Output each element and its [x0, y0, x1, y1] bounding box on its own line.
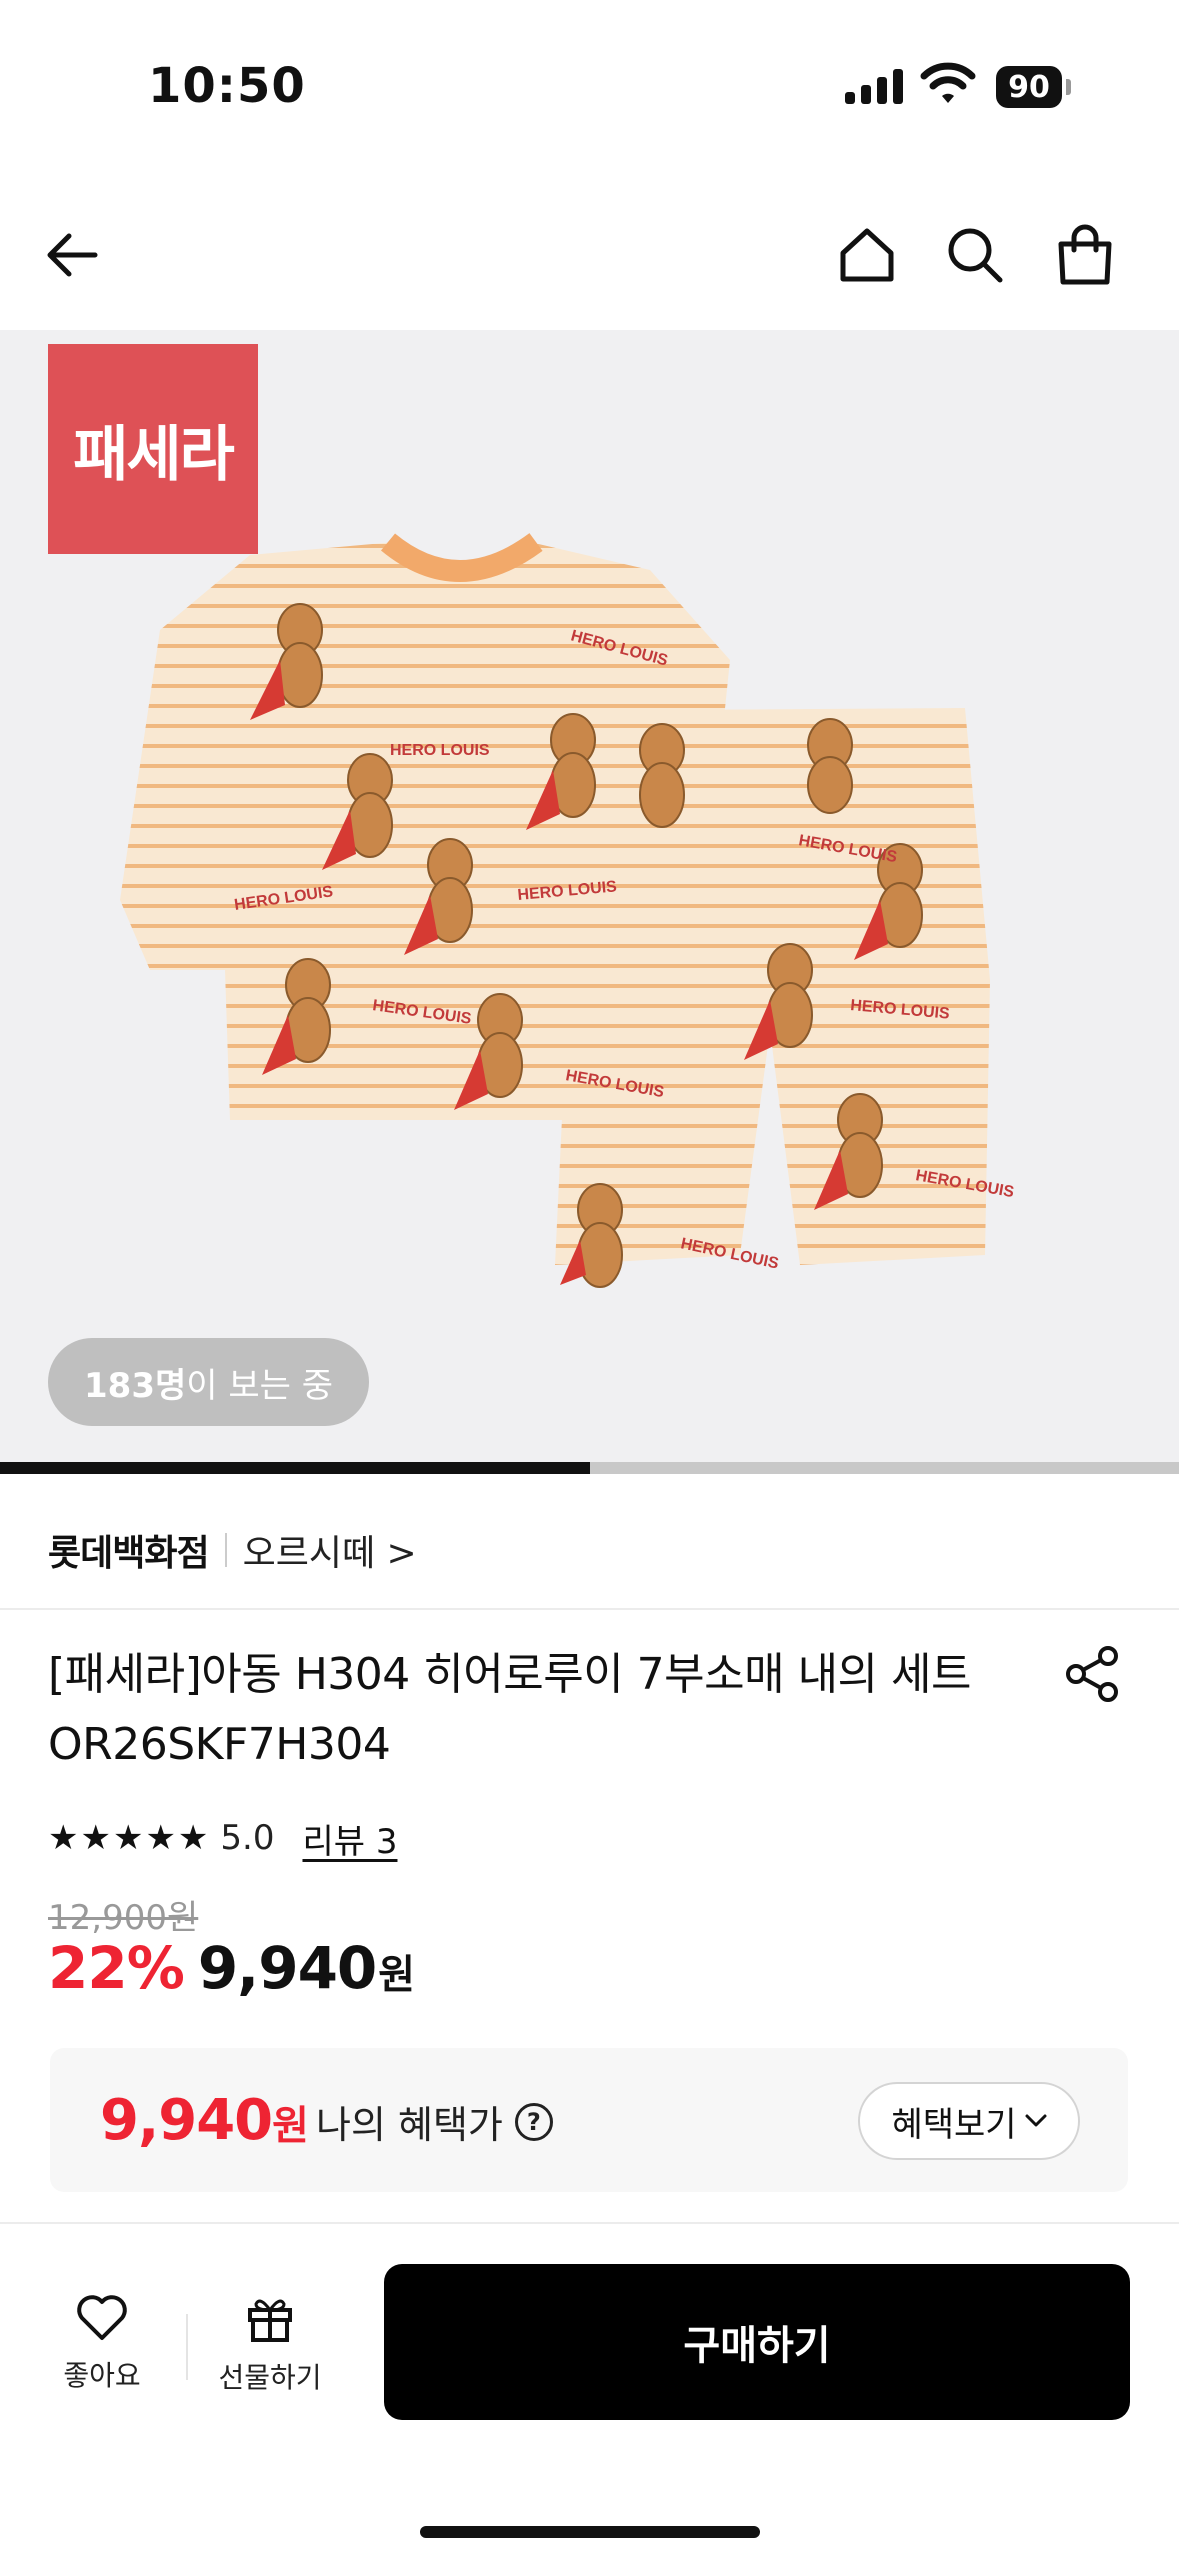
benefit-price-value: 9,940	[100, 2088, 273, 2153]
section-divider	[0, 1608, 1179, 1610]
rating-value: 5.0	[220, 1818, 275, 1858]
brand-logo-text: 패세라	[73, 419, 235, 490]
gift-label: 선물하기	[218, 2361, 322, 2394]
store-row: 롯데백화점 오르시떼 >	[48, 1520, 417, 1580]
like-label: 좋아요	[63, 2359, 141, 2392]
sale-price: 9,940	[197, 1934, 377, 2002]
buy-button[interactable]: 구매하기	[384, 2264, 1130, 2420]
help-icon[interactable]: ?	[514, 2102, 553, 2141]
benefit-label-row: 나의 혜택가 ?	[316, 2094, 553, 2149]
battery-icon: 90	[996, 66, 1071, 108]
benefit-label: 나의 혜택가	[316, 2103, 503, 2147]
brand-link[interactable]: 오르시떼 >	[243, 1524, 417, 1576]
home-indicator	[420, 2526, 760, 2538]
status-time: 10:50	[148, 58, 306, 114]
home-icon[interactable]	[832, 220, 902, 290]
brand-logo: 패세라	[48, 344, 258, 554]
store-name[interactable]: 롯데백화점	[48, 1524, 210, 1576]
benefit-price: 9,940 원	[100, 2088, 309, 2153]
bottom-action-bar: 좋아요 선물하기 구매하기	[0, 2222, 1179, 2556]
wifi-icon	[920, 62, 976, 110]
action-divider	[186, 2314, 188, 2380]
battery-level: 90	[996, 66, 1062, 108]
viewers-badge: 183명 이 보는 중	[48, 1338, 370, 1426]
store-divider	[224, 1533, 227, 1567]
like-button[interactable]: 좋아요	[32, 2294, 172, 2394]
gift-button[interactable]: 선물하기	[200, 2294, 340, 2396]
carousel-progress-fill	[0, 1462, 590, 1474]
product-title: [패세라]아동 H304 히어로루이 7부소매 내의 세트 OR26SKF7H3…	[48, 1649, 972, 1770]
share-icon[interactable]	[1062, 1644, 1122, 1704]
original-price: 12,900원	[48, 1898, 199, 1938]
shopping-bag-icon[interactable]	[1050, 220, 1120, 290]
rating-row: ★★★★★ 5.0 리뷰 3	[48, 1810, 397, 1866]
back-arrow-icon[interactable]	[38, 220, 108, 290]
viewers-count: 183명	[84, 1365, 187, 1406]
discount-rate: 22%	[48, 1934, 185, 2002]
svg-text:HERO LOUIS: HERO LOUIS	[390, 742, 490, 759]
rating-stars: ★★★★★	[48, 1818, 211, 1858]
sale-price-currency: 원	[378, 1952, 416, 1998]
price-row: 22% 9,940 원	[48, 1934, 415, 2002]
benefit-box: 9,940 원 나의 혜택가 ? 혜택보기	[50, 2048, 1128, 2192]
review-link[interactable]: 리뷰 3	[302, 1814, 397, 1863]
benefit-price-currency: 원	[272, 2103, 309, 2149]
cellular-signal-icon	[845, 68, 903, 104]
gift-icon	[248, 2299, 292, 2342]
view-benefits-label: 혜택보기	[891, 2104, 1017, 2145]
chevron-down-icon	[1025, 2114, 1047, 2127]
viewers-suffix: 이 보는 중	[186, 1365, 334, 1406]
view-benefits-button[interactable]: 혜택보기	[858, 2082, 1080, 2160]
search-icon[interactable]	[940, 220, 1010, 290]
heart-icon	[77, 2295, 127, 2340]
